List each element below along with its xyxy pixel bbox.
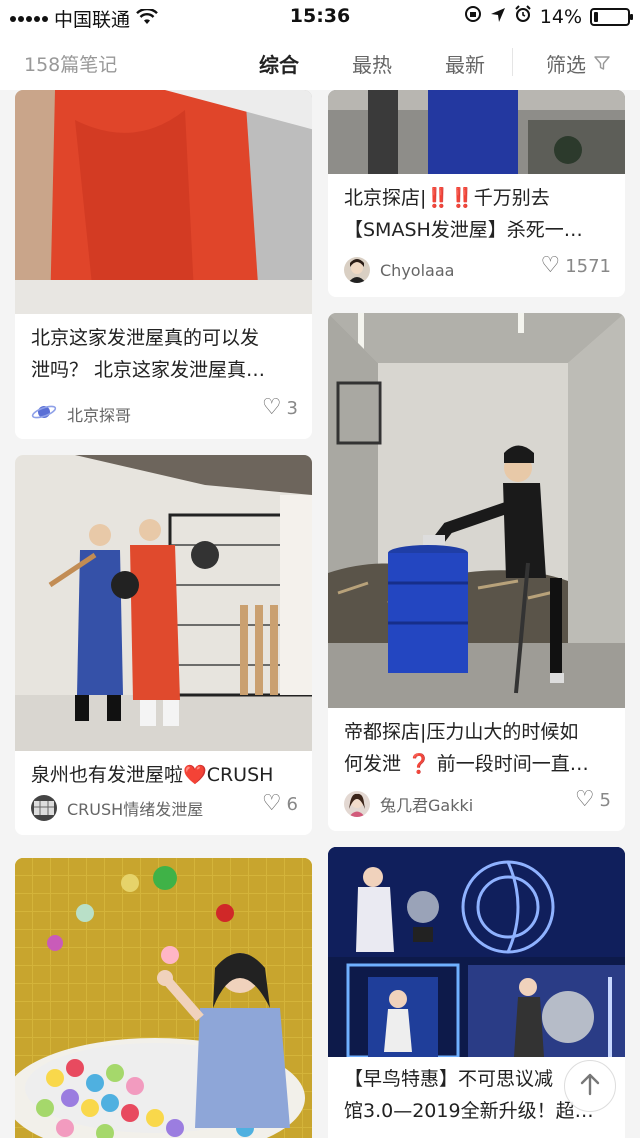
note-title: 北京探店|‼️‼️千万别去 【SMASH发泄屋】杀死一… — [344, 182, 611, 246]
like-button[interactable]: ♡ 3 — [262, 397, 298, 419]
note-card[interactable]: 北京探店|‼️‼️千万别去 【SMASH发泄屋】杀死一… Chyolaaa ♡ … — [328, 90, 625, 297]
author-name: 兔几君Gakki — [380, 796, 474, 815]
arrow-up-icon — [579, 1072, 601, 1100]
status-bar: 中国联通 15:36 14% — [0, 0, 640, 34]
filter-label: 筛选 — [546, 53, 586, 77]
question-emoji-icon: ❓ — [407, 753, 431, 775]
title-text: 千万别去 — [473, 187, 550, 209]
note-cover-image — [15, 455, 312, 751]
note-cover-image — [328, 847, 625, 1057]
note-author[interactable]: 北京探哥 — [31, 399, 131, 429]
note-title: 北京这家发泄屋真的可以发 泄吗？ 北京这家发泄屋真… — [31, 322, 298, 386]
divider — [512, 48, 513, 76]
like-button[interactable]: ♡ 1571 — [540, 255, 611, 277]
title-text: CRUSH — [206, 764, 274, 786]
avatar — [344, 791, 370, 817]
like-button[interactable]: ♡ 5 — [575, 789, 611, 811]
author-name: Chyolaaa — [380, 260, 455, 280]
author-name: CRUSH情绪发泄屋 — [67, 800, 204, 819]
heart-icon: ♡ — [261, 791, 282, 816]
note-title: 帝都探店|压力山大的时候如 何发泄 ❓ 前一段时间一直… — [344, 716, 611, 780]
note-cover-image — [15, 858, 312, 1138]
title-text: 泉州也有发泄屋啦 — [31, 764, 184, 786]
note-card[interactable] — [15, 858, 312, 1138]
scroll-to-top-button[interactable] — [564, 1060, 616, 1112]
author-name: 北京探哥 — [67, 406, 132, 425]
battery-percent: 14% — [539, 5, 582, 28]
note-title-line: 北京这家发泄屋真的可以发 — [31, 327, 260, 349]
like-count: 5 — [599, 789, 611, 811]
location-icon — [490, 6, 506, 28]
note-title: 泉州也有发泄屋啦❤️CRUSH — [31, 759, 298, 791]
note-title-line: 何发泄 ❓ 前一段时间一直… — [344, 748, 611, 780]
rotation-lock-icon — [464, 5, 482, 28]
heart-icon: ♡ — [574, 787, 595, 812]
note-card[interactable]: 帝都探店|压力山大的时候如 何发泄 ❓ 前一段时间一直… 兔几君Gakki ♡ … — [328, 313, 625, 831]
battery-icon — [590, 7, 633, 26]
note-title-line: 泄吗？ 北京这家发泄屋真… — [31, 359, 266, 381]
like-count: 6 — [286, 793, 298, 815]
note-title-line: 泉州也有发泄屋啦❤️CRUSH — [31, 759, 298, 791]
notes-feed: 北京这家发泄屋真的可以发 泄吗？ 北京这家发泄屋真… 北京探哥 ♡ 3 北京探店… — [0, 90, 640, 1138]
note-card[interactable]: 北京这家发泄屋真的可以发 泄吗？ 北京这家发泄屋真… 北京探哥 ♡ 3 — [15, 90, 312, 439]
tab-newest[interactable]: 最新 — [445, 49, 485, 78]
heart-icon: ♡ — [261, 395, 282, 420]
note-title-line: 帝都探店|压力山大的时候如 — [344, 721, 579, 743]
note-cover-image — [328, 90, 625, 174]
double-exclamation-icon: ‼️‼️ — [426, 187, 474, 209]
note-card[interactable]: 泉州也有发泄屋啦❤️CRUSH CRUSH情绪发泄屋 ♡ 6 — [15, 455, 312, 835]
heart-emoji-icon: ❤️ — [183, 764, 207, 786]
avatar — [31, 795, 57, 821]
note-author[interactable]: 兔几君Gakki — [344, 791, 473, 817]
note-count: 158篇笔记 — [24, 54, 118, 76]
filter-button[interactable]: 筛选 — [546, 49, 610, 78]
alarm-icon — [514, 5, 532, 28]
title-text: 何发泄 — [344, 753, 402, 775]
like-count: 3 — [286, 397, 298, 419]
note-cover-image — [15, 90, 312, 314]
planet-avatar-icon — [31, 399, 57, 429]
filter-bar: 158篇笔记 综合 最热 最新 筛选 — [0, 34, 640, 90]
note-cover-image — [328, 313, 625, 708]
tab-comprehensive[interactable]: 综合 — [259, 49, 299, 78]
like-button[interactable]: ♡ 6 — [262, 793, 298, 815]
funnel-icon — [594, 52, 610, 76]
tab-hottest[interactable]: 最热 — [352, 49, 392, 78]
like-count: 1571 — [565, 255, 611, 277]
avatar — [344, 257, 370, 283]
heart-icon: ♡ — [540, 253, 561, 278]
title-text: 前一段时间一直… — [436, 753, 589, 775]
battery-fill — [594, 11, 598, 22]
note-author[interactable]: CRUSH情绪发泄屋 — [31, 795, 203, 821]
note-title-line: 北京探店|‼️‼️千万别去 — [344, 182, 611, 214]
title-text: 北京探店| — [344, 187, 427, 209]
note-title-line: 【SMASH发泄屋】杀死一… — [344, 219, 583, 241]
status-icons: 14% — [464, 5, 633, 28]
note-author[interactable]: Chyolaaa — [344, 257, 454, 283]
